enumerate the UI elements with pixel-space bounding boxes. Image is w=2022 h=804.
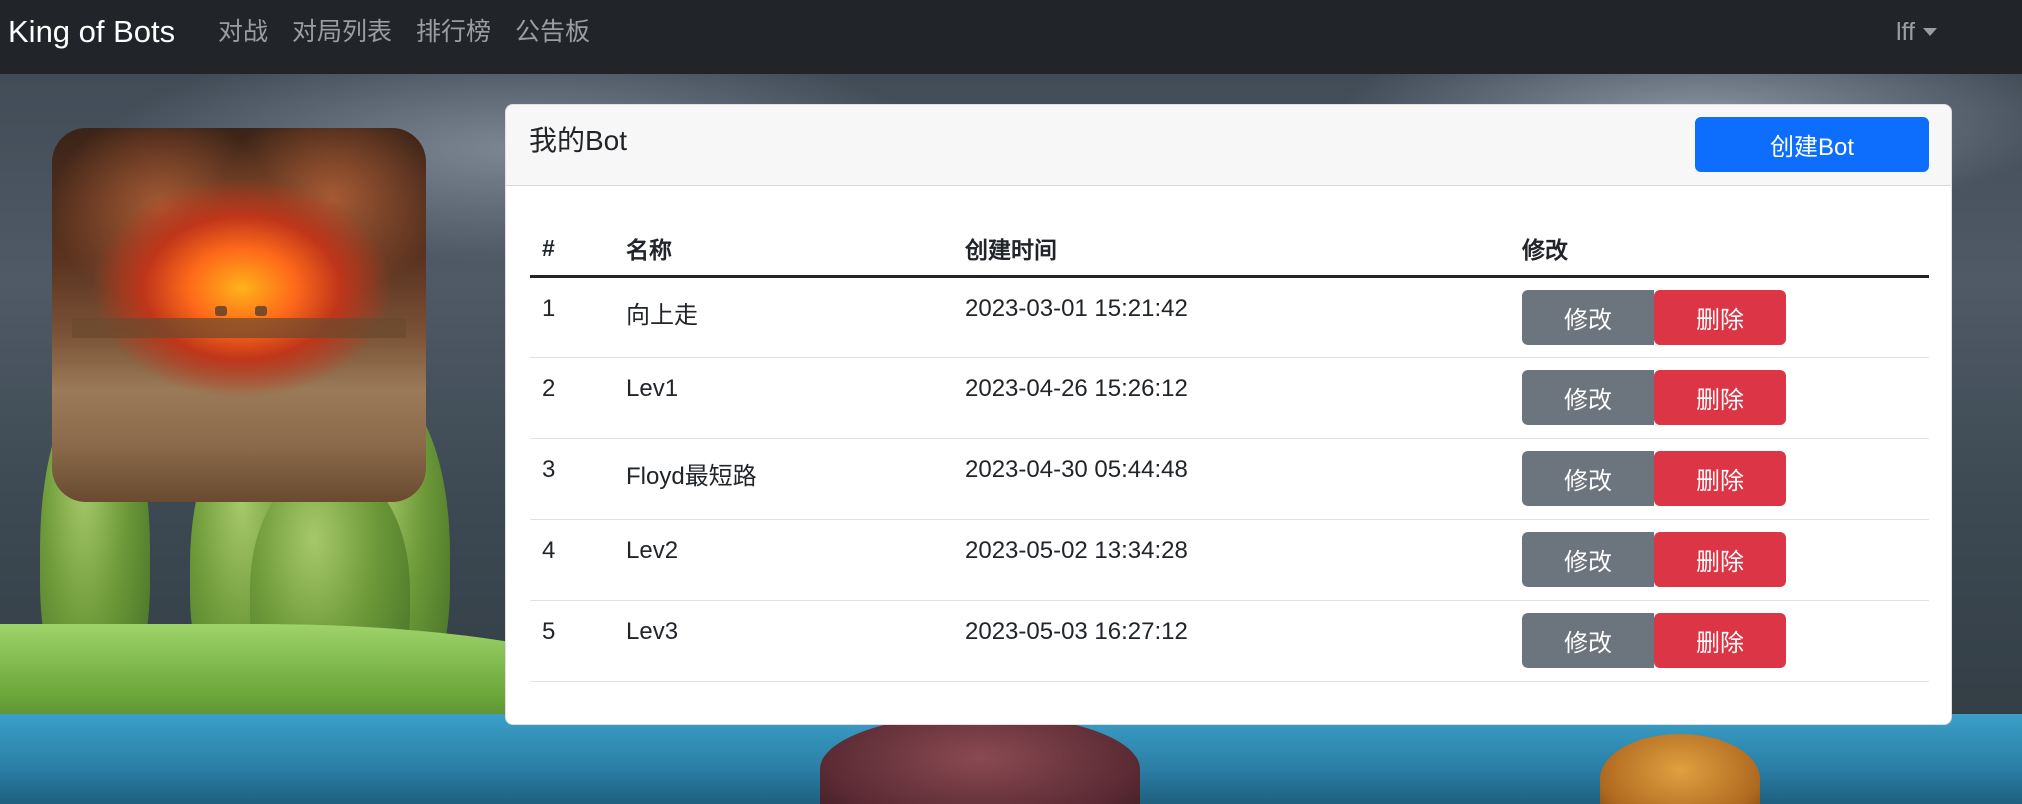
table-row: 4 Lev2 2023-05-02 13:34:28 修改 删除 [530,519,1929,601]
nav-link-board[interactable]: 公告板 [515,14,590,50]
row-index: 2 [530,357,614,439]
edit-button[interactable]: 修改 [1522,289,1654,345]
bot-list-card: 我的Bot 创建Bot # 名称 创建时间 修改 1 向上走 2023-03-0… [505,104,1952,725]
bot-name: Floyd最短路 [614,438,953,520]
row-index: 5 [530,600,614,682]
column-header-actions: 修改 [1510,222,1929,278]
nav-links: 对战 对局列表 排行榜 公告板 [218,14,614,50]
bot-name: Lev2 [614,519,953,601]
brand-link[interactable]: King of Bots [8,12,175,52]
create-bot-button[interactable]: 创建Bot [1695,117,1929,172]
edit-button[interactable]: 修改 [1522,370,1654,425]
row-actions: 修改 删除 [1510,519,1929,601]
created-time: 2023-04-26 15:26:12 [953,357,1510,439]
caret-down-icon [1923,28,1937,36]
edit-button[interactable]: 修改 [1522,532,1654,587]
column-header-created-time: 创建时间 [953,222,1510,278]
bot-name: Lev3 [614,600,953,682]
created-time: 2023-03-01 15:21:42 [953,276,1510,358]
edit-button[interactable]: 修改 [1522,613,1654,668]
created-time: 2023-05-02 13:34:28 [953,519,1510,601]
user-dropdown[interactable]: lff [1896,14,1937,50]
created-time: 2023-04-30 05:44:48 [953,438,1510,520]
card-title: 我的Bot [529,125,628,156]
delete-button[interactable]: 删除 [1654,613,1786,668]
card-header: 我的Bot 创建Bot [506,105,1951,186]
username: lff [1896,18,1915,46]
avatar-log [72,318,406,338]
delete-button[interactable]: 删除 [1654,451,1786,506]
column-header-index: # [530,222,614,278]
avatar-eye [215,306,227,316]
top-navbar: King of Bots 对战 对局列表 排行榜 公告板 lff [0,0,2022,74]
table-row: 1 向上走 2023-03-01 15:21:42 修改 删除 [530,276,1929,358]
edit-button[interactable]: 修改 [1522,451,1654,506]
bot-table: # 名称 创建时间 修改 1 向上走 2023-03-01 15:21:42 修… [530,222,1929,682]
row-index: 3 [530,438,614,520]
delete-button[interactable]: 删除 [1654,370,1786,425]
row-actions: 修改 删除 [1510,276,1929,358]
row-index: 4 [530,519,614,601]
bot-name: Lev1 [614,357,953,439]
table-row: 3 Floyd最短路 2023-04-30 05:44:48 修改 删除 [530,438,1929,520]
row-actions: 修改 删除 [1510,357,1929,439]
nav-link-record[interactable]: 对局列表 [292,14,392,50]
column-header-name: 名称 [614,222,953,278]
delete-button[interactable]: 删除 [1654,289,1786,345]
nav-link-ranklist[interactable]: 排行榜 [416,14,491,50]
bot-name: 向上走 [614,276,953,358]
row-actions: 修改 删除 [1510,438,1929,520]
table-header-row: # 名称 创建时间 修改 [530,222,1929,278]
user-avatar [52,128,426,502]
table-row: 5 Lev3 2023-05-03 16:27:12 修改 删除 [530,600,1929,682]
table-row: 2 Lev1 2023-04-26 15:26:12 修改 删除 [530,357,1929,439]
row-actions: 修改 删除 [1510,600,1929,682]
created-time: 2023-05-03 16:27:12 [953,600,1510,682]
delete-button[interactable]: 删除 [1654,532,1786,587]
row-index: 1 [530,276,614,358]
nav-link-pk[interactable]: 对战 [218,14,268,50]
avatar-eye [255,306,267,316]
